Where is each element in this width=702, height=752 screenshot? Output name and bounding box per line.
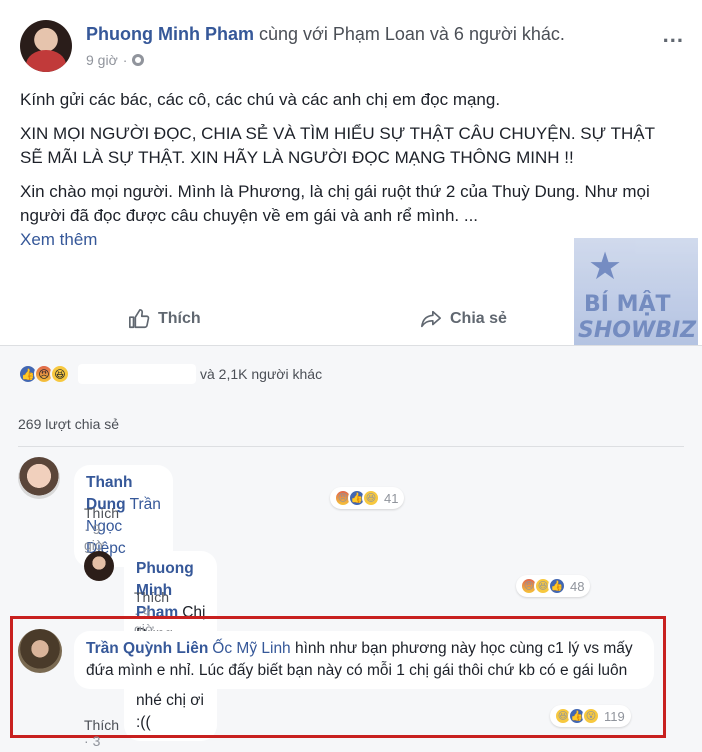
post-time[interactable]: 9 giờ	[86, 52, 118, 68]
comment-bubble: Trần Quỳnh Liên Ốc Mỹ Linh hình như bạn p…	[74, 631, 654, 689]
comment-reactions[interactable]: 😠 😆 👍 48	[516, 575, 591, 597]
tagged-with-text[interactable]: cùng với Phạm Loan và 6 người khác.	[259, 24, 565, 44]
tagged-user[interactable]: Ốc Mỹ Linh	[212, 640, 290, 657]
avatar[interactable]	[18, 629, 62, 673]
reaction-count-text: và 2,1K người khác	[200, 366, 323, 382]
comment-meta: Thích · 3 giờ	[84, 717, 119, 752]
comment-like-link[interactable]: Thích	[84, 717, 119, 733]
divider	[18, 446, 684, 447]
blurred-names	[78, 364, 196, 384]
post-header: Phuong Minh Pham cùng với Phạm Loan và 6…	[86, 24, 565, 45]
comment-reactions[interactable]: 😆 👍 😮 119	[550, 705, 631, 727]
post-paragraph: Kính gửi các bác, các cô, các chú và các…	[20, 90, 501, 109]
feedback-section: 👍 😠 😆 và 2,1K người khác 269 lượt chia s…	[0, 345, 702, 752]
like-button[interactable]: Thích	[128, 308, 201, 330]
thumbs-up-icon	[129, 309, 150, 329]
post-body: Kính gửi các bác, các cô, các chú và các…	[20, 88, 682, 252]
avatar[interactable]	[84, 551, 114, 581]
wow-reaction-icon: 😮	[582, 707, 600, 725]
facebook-post: Phuong Minh Pham cùng với Phạm Loan và 6…	[0, 0, 702, 752]
post-meta: 9 giờ ·	[86, 52, 145, 68]
comment-time[interactable]: 9 giờ	[84, 521, 104, 553]
author-name[interactable]: Phuong Minh Pham	[86, 24, 254, 44]
commenter-name[interactable]: Trần Quỳnh Liên	[86, 640, 208, 657]
haha-reaction-icon: 😆	[50, 364, 70, 384]
haha-reaction-icon: 😆	[362, 489, 380, 507]
comment-meta: Thích · 9 giờ	[84, 505, 120, 553]
comment-time[interactable]: 3 giờ	[84, 733, 104, 752]
comment-reactions[interactable]: 😠 👍 😆 41	[330, 487, 405, 509]
comment-like-link[interactable]: Thích	[134, 589, 169, 605]
reaction-count: 48	[570, 578, 585, 594]
post-paragraph: Xin chào mọi người. Mình là Phương, là c…	[20, 182, 650, 225]
reaction-count: 119	[604, 708, 625, 724]
reaction-count: 41	[384, 490, 399, 506]
like-label: Thích	[158, 310, 201, 327]
share-button[interactable]: Chia sẻ	[420, 308, 507, 330]
globe-icon	[132, 54, 145, 66]
like-reaction-icon: 👍	[548, 577, 566, 595]
more-options-icon[interactable]: ...	[663, 22, 684, 48]
avatar[interactable]	[18, 457, 60, 499]
comment-like-link[interactable]: Thích	[84, 505, 119, 521]
share-icon	[421, 310, 441, 328]
post-paragraph: XIN MỌI NGƯỜI ĐỌC, CHIA SẺ VÀ TÌM HIỂU S…	[20, 124, 655, 167]
author-avatar[interactable]	[20, 20, 72, 72]
post-actions: Thích Chia sẻ	[20, 300, 682, 344]
star-icon: ★	[588, 246, 623, 288]
reaction-summary[interactable]: 👍 😠 😆 và 2,1K người khác	[18, 364, 322, 384]
share-label: Chia sẻ	[450, 310, 507, 327]
share-count[interactable]: 269 lượt chia sẻ	[18, 416, 119, 432]
